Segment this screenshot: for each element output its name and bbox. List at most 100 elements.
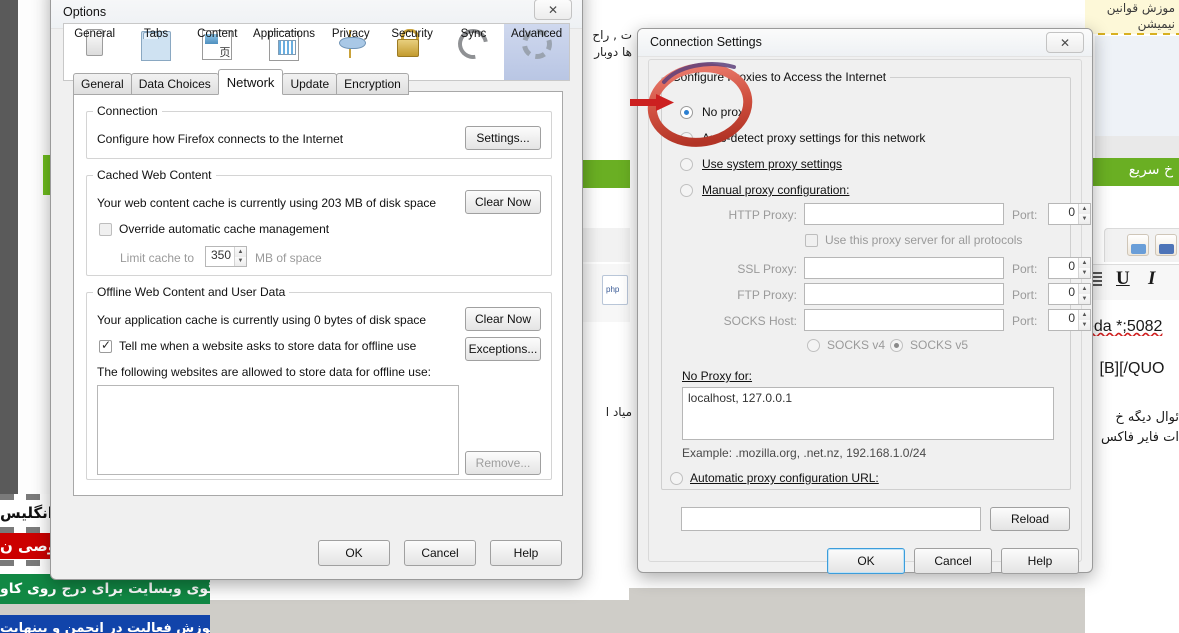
all-protocols-checkbox[interactable] bbox=[805, 234, 818, 247]
subtab-network[interactable]: Network bbox=[217, 69, 284, 95]
auto-config-url-label: Automatic proxy configuration URL: bbox=[690, 471, 879, 485]
radio-use-system-proxy[interactable] bbox=[680, 158, 693, 171]
allowed-sites-label: The following websites are allowed to st… bbox=[97, 365, 431, 379]
override-cache-checkbox[interactable] bbox=[99, 223, 112, 236]
auto-config-url-input[interactable] bbox=[681, 507, 981, 531]
bg-right-persian-2: ات فایر فاکس bbox=[1100, 430, 1179, 445]
spin-up-icon[interactable]: ▲ bbox=[235, 247, 246, 257]
radio-manual-label: Manual proxy configuration: bbox=[702, 183, 850, 197]
tab-advanced[interactable]: Advanced bbox=[504, 24, 570, 80]
ssl-port-label: Port: bbox=[1012, 262, 1038, 276]
http-proxy-label: HTTP Proxy: bbox=[728, 208, 797, 222]
remove-site-button[interactable]: Remove... bbox=[465, 451, 541, 475]
subtab-data-choices[interactable]: Data Choices bbox=[130, 73, 219, 95]
subtab-encryption[interactable]: Encryption bbox=[336, 73, 409, 95]
radio-socks-v5[interactable] bbox=[890, 339, 903, 352]
cache-limit-spin-buttons[interactable]: ▲ ▼ bbox=[234, 247, 246, 266]
socks-v5-label: SOCKS v5 bbox=[910, 338, 969, 352]
radio-manual-proxy[interactable] bbox=[680, 184, 693, 197]
socks-port-spin-buttons[interactable]: ▲ ▼ bbox=[1078, 310, 1090, 330]
cached-web-content-group: Cached Web Content Your web content cach… bbox=[86, 168, 552, 276]
options-dialog: Options ✕ General Tabs Content Applicati… bbox=[50, 0, 583, 580]
connection-help-button[interactable]: Help bbox=[1001, 548, 1079, 574]
options-ok-button[interactable]: OK bbox=[318, 540, 390, 566]
http-port-spin-buttons[interactable]: ▲ ▼ bbox=[1078, 204, 1090, 224]
tab-sync-label: Sync bbox=[460, 28, 487, 40]
allowed-sites-listbox[interactable] bbox=[97, 385, 459, 475]
radio-auto-config-url[interactable] bbox=[670, 472, 683, 485]
clear-cache-now-button[interactable]: Clear Now bbox=[465, 190, 541, 214]
ftp-proxy-input[interactable] bbox=[804, 283, 1004, 305]
clear-appcache-now-button[interactable]: Clear Now bbox=[465, 307, 541, 331]
bg-mid-toolbar bbox=[575, 228, 630, 262]
ftp-port-stepper[interactable]: 0 ▲ ▼ bbox=[1048, 283, 1091, 305]
exceptions-button[interactable]: Exceptions... bbox=[465, 337, 541, 361]
underline-button: U bbox=[1116, 268, 1130, 289]
ftp-port-value: 0 bbox=[1068, 285, 1075, 299]
tab-applications-label: Applications bbox=[253, 28, 316, 40]
options-help-button[interactable]: Help bbox=[490, 540, 562, 566]
italic-button: I bbox=[1148, 268, 1156, 289]
tab-security-label: Security bbox=[391, 28, 433, 40]
proxy-config-group: Configure Proxies to Access the Internet… bbox=[661, 70, 1091, 490]
spin-up-icon[interactable]: ▲ bbox=[1079, 258, 1090, 268]
spin-down-icon[interactable]: ▼ bbox=[1079, 320, 1090, 330]
spin-up-icon[interactable]: ▲ bbox=[1079, 310, 1090, 320]
connection-title: Connection Settings bbox=[650, 35, 762, 49]
bg-right-white bbox=[1085, 470, 1179, 633]
close-icon[interactable]: ✕ bbox=[1046, 32, 1084, 53]
ftp-port-spin-buttons[interactable]: ▲ ▼ bbox=[1078, 284, 1090, 304]
spin-up-icon[interactable]: ▲ bbox=[1079, 284, 1090, 294]
appcache-usage-description: Your application cache is currently usin… bbox=[97, 313, 427, 327]
ssl-proxy-input[interactable] bbox=[804, 257, 1004, 279]
radio-auto-detect-proxy[interactable] bbox=[680, 132, 693, 145]
offline-web-content-group: Offline Web Content and User Data Your a… bbox=[86, 285, 552, 480]
connection-ok-button[interactable]: OK bbox=[827, 548, 905, 574]
ftp-proxy-label: FTP Proxy: bbox=[737, 288, 797, 302]
subtab-general[interactable]: General bbox=[73, 73, 132, 95]
ssl-port-stepper[interactable]: 0 ▲ ▼ bbox=[1048, 257, 1091, 279]
connection-description: Configure how Firefox connects to the In… bbox=[97, 132, 344, 146]
tab-general-label: General bbox=[74, 28, 116, 40]
ssl-port-spin-buttons[interactable]: ▲ ▼ bbox=[1078, 258, 1090, 278]
spin-down-icon[interactable]: ▼ bbox=[1079, 214, 1090, 224]
insert-image-icon bbox=[1127, 234, 1149, 256]
tab-privacy-label: Privacy bbox=[331, 28, 370, 40]
radio-socks-v4[interactable] bbox=[807, 339, 820, 352]
tab-content-label: Content bbox=[197, 28, 238, 40]
ssl-proxy-label: SSL Proxy: bbox=[737, 262, 797, 276]
connection-group: Connection Configure how Firefox connect… bbox=[86, 104, 552, 159]
socks-host-label: SOCKS Host: bbox=[723, 314, 797, 328]
insert-word-icon bbox=[1155, 234, 1177, 256]
settings-button[interactable]: Settings... bbox=[465, 126, 541, 150]
connection-cancel-button[interactable]: Cancel bbox=[914, 548, 992, 574]
note-line-1: موزش قوانین bbox=[1106, 1, 1175, 15]
spin-up-icon[interactable]: ▲ bbox=[1079, 204, 1090, 214]
bg-persian-text-1: ت , راح bbox=[592, 28, 632, 42]
cache-limit-stepper[interactable]: 350 ▲ ▼ bbox=[205, 246, 247, 267]
tell-me-offline-checkbox[interactable] bbox=[99, 338, 112, 353]
tab-sync[interactable]: Sync bbox=[443, 23, 504, 80]
reload-pac-button[interactable]: Reload bbox=[990, 507, 1070, 531]
network-panel: Connection Configure how Firefox connect… bbox=[73, 91, 563, 496]
ssl-port-value: 0 bbox=[1068, 259, 1075, 273]
bg-persian-text-3: میاد ا bbox=[605, 405, 632, 419]
tab-tabs-label: Tabs bbox=[143, 28, 169, 40]
tell-me-offline-label: Tell me when a website asks to store dat… bbox=[119, 339, 417, 353]
radio-use-system-label: Use system proxy settings bbox=[702, 157, 843, 171]
spin-down-icon[interactable]: ▼ bbox=[1079, 268, 1090, 278]
http-port-stepper[interactable]: 0 ▲ ▼ bbox=[1048, 203, 1091, 225]
socks-host-input[interactable] bbox=[804, 309, 1004, 331]
radio-no-proxy[interactable] bbox=[680, 106, 693, 119]
http-proxy-input[interactable] bbox=[804, 203, 1004, 225]
http-port-value: 0 bbox=[1068, 205, 1075, 219]
subtab-update[interactable]: Update bbox=[282, 73, 338, 95]
no-proxy-for-textarea[interactable] bbox=[682, 387, 1054, 440]
spin-down-icon[interactable]: ▼ bbox=[235, 256, 246, 266]
close-icon[interactable]: ✕ bbox=[534, 0, 572, 20]
bg-right-white-gap bbox=[1095, 186, 1179, 224]
spin-down-icon[interactable]: ▼ bbox=[1079, 294, 1090, 304]
options-cancel-button[interactable]: Cancel bbox=[404, 540, 476, 566]
socks-port-stepper[interactable]: 0 ▲ ▼ bbox=[1048, 309, 1091, 331]
bg-right-green-bar: خ سریع bbox=[1088, 158, 1179, 186]
